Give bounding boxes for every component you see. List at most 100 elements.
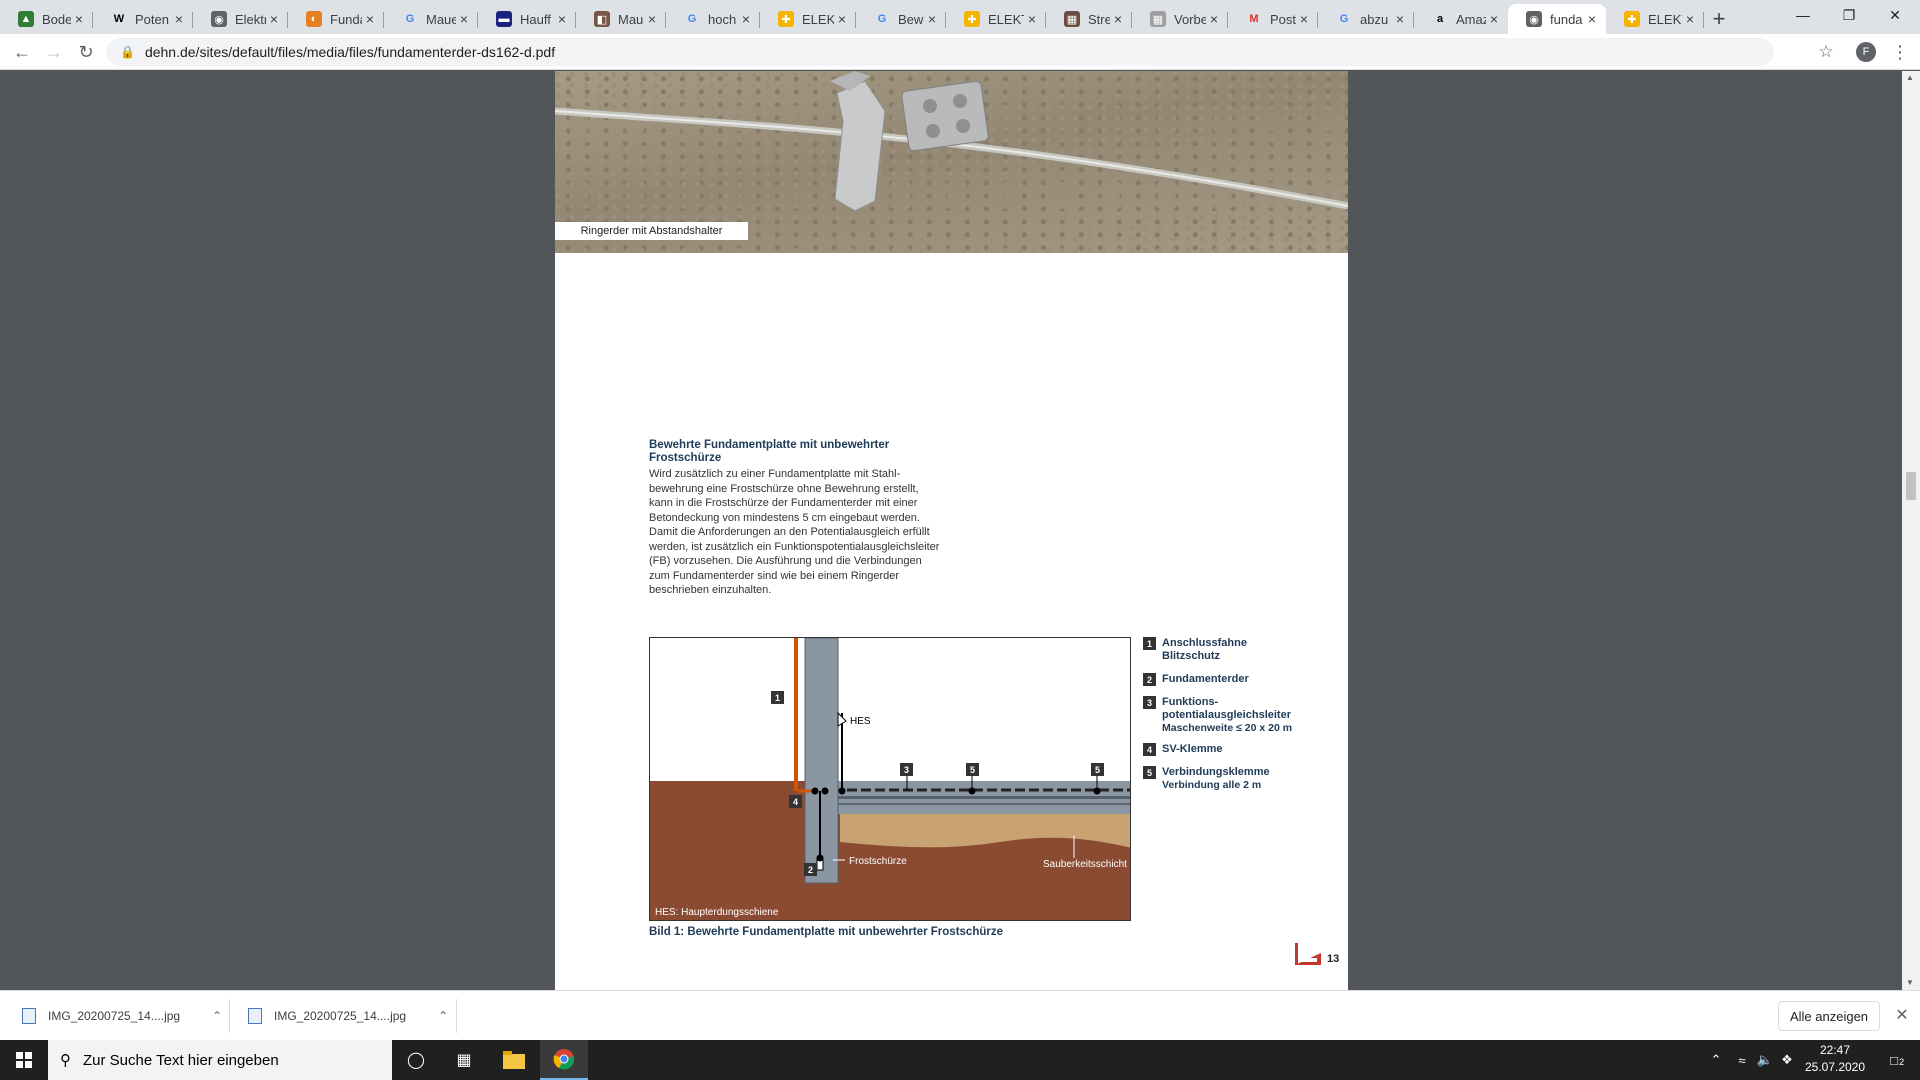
- scroll-down-icon[interactable]: ▼: [1906, 978, 1914, 987]
- google-icon: G: [877, 13, 887, 25]
- close-tab-icon[interactable]: ×: [456, 11, 472, 27]
- tab-title: Funda: [330, 11, 362, 27]
- pdf-viewer[interactable]: Ringerder mit Abstandshalter Bewehrte Fu…: [0, 71, 1920, 990]
- browser-tab[interactable]: M Poste×: [1228, 4, 1318, 34]
- taskbar-search-box[interactable]: ⚲ Zur Suche Text hier eingeben: [48, 1040, 392, 1080]
- close-tab-icon[interactable]: ×: [1110, 11, 1126, 27]
- browser-tab[interactable]: ▲ Bode ×: [0, 4, 93, 34]
- back-button[interactable]: ←: [8, 38, 36, 66]
- close-tab-icon[interactable]: ×: [834, 11, 850, 27]
- body-line: Wird zusätzlich zu einer Fundamentplatte…: [649, 468, 901, 480]
- close-shelf-icon[interactable]: ✕: [1890, 1003, 1914, 1027]
- browser-tab[interactable]: ▬ Hauff ×: [478, 4, 576, 34]
- task-view-icon[interactable]: ▦: [440, 1040, 488, 1080]
- section-body: Wird zusätzlich zu einer Fundamentplatte…: [649, 467, 969, 598]
- wikipedia-icon: W: [113, 13, 125, 25]
- close-tab-icon[interactable]: ×: [1682, 11, 1698, 27]
- network-icon[interactable]: ≈: [1730, 1040, 1754, 1080]
- legend-item-4: 4 SV-Klemme: [1143, 743, 1223, 756]
- vertical-scrollbar[interactable]: ▲ ▼: [1902, 71, 1920, 990]
- plus-circle-icon: ✚: [964, 11, 980, 27]
- tab-title: abzu: [1360, 11, 1389, 27]
- browser-tab[interactable]: a Amaz ×: [1414, 4, 1508, 34]
- browser-tab[interactable]: W Poten ×: [93, 4, 193, 34]
- close-tab-icon[interactable]: ×: [554, 11, 570, 27]
- forward-button[interactable]: →: [40, 38, 68, 66]
- close-tab-icon[interactable]: ×: [1296, 11, 1312, 27]
- amazon-icon: a: [1436, 13, 1444, 25]
- new-tab-button[interactable]: +: [1706, 6, 1732, 32]
- bookmark-star-icon[interactable]: ☆: [1812, 38, 1840, 66]
- tab-title: Poste: [1270, 11, 1296, 27]
- close-tab-icon[interactable]: ×: [644, 11, 660, 27]
- close-tab-icon[interactable]: ×: [362, 11, 378, 27]
- close-tab-icon[interactable]: ×: [1392, 11, 1408, 27]
- browser-tab[interactable]: Gabzu ×: [1318, 4, 1414, 34]
- download-filename: IMG_20200725_14....jpg: [274, 1009, 407, 1023]
- close-tab-icon[interactable]: ×: [924, 11, 940, 27]
- address-bar[interactable]: 🔒 dehn.de/sites/default/files/media/file…: [106, 38, 1774, 66]
- marker-3-label: 3: [904, 765, 909, 775]
- browser-tab[interactable]: ▦ Vorbe ×: [1132, 4, 1228, 34]
- download-item-1[interactable]: IMG_20200725_14....jpg ⌃: [22, 991, 222, 1041]
- show-all-downloads-button[interactable]: Alle anzeigen: [1778, 1001, 1880, 1031]
- chrome-taskbar-icon[interactable]: [540, 1040, 588, 1080]
- dropbox-icon[interactable]: ❖: [1776, 1040, 1798, 1080]
- chart-icon: ▲: [18, 11, 34, 27]
- orange-circle-icon: ◐: [306, 11, 322, 27]
- tab-title: Maue: [618, 11, 644, 27]
- profile-avatar[interactable]: F: [1856, 42, 1876, 62]
- browser-tab[interactable]: G Bewe×: [856, 4, 946, 34]
- close-tab-icon[interactable]: ×: [266, 11, 282, 27]
- chevron-up-icon[interactable]: ⌃: [212, 1009, 222, 1023]
- close-window-button[interactable]: ✕: [1872, 0, 1918, 30]
- close-tab-icon[interactable]: ×: [171, 11, 187, 27]
- scrollbar-thumb[interactable]: [1906, 472, 1916, 500]
- scroll-up-icon[interactable]: ▲: [1906, 73, 1914, 82]
- reload-button[interactable]: ↻: [72, 38, 100, 66]
- close-tab-icon[interactable]: ×: [1206, 11, 1222, 27]
- hes-note-label: HES: Haupterdungsschiene: [655, 907, 779, 918]
- browser-tab[interactable]: ◉ funda ×: [1508, 4, 1606, 34]
- browser-tab[interactable]: ◐ Funda×: [288, 4, 384, 34]
- tab-title: ELEKT: [1648, 11, 1682, 27]
- browser-tab[interactable]: ▦ Streif×: [1046, 4, 1132, 34]
- frostschuerze-label: Frostschürze: [849, 856, 907, 867]
- file-explorer-icon[interactable]: [490, 1040, 538, 1080]
- close-tab-icon[interactable]: ×: [71, 11, 87, 27]
- url-text[interactable]: dehn.de/sites/default/files/media/files/…: [145, 44, 555, 60]
- taskbar-clock[interactable]: 22:47 25.07.2020: [1800, 1042, 1870, 1078]
- pdf-page: Ringerder mit Abstandshalter Bewehrte Fu…: [555, 71, 1348, 990]
- browser-menu-button[interactable]: ⋮: [1888, 38, 1912, 66]
- tab-title: Bewe: [898, 11, 924, 27]
- browser-tab[interactable]: ✚ ELEKT×: [946, 4, 1046, 34]
- legend-item-3: 3 Funktions-potentialausgleichsleiter Mas…: [1143, 696, 1292, 735]
- chevron-up-icon[interactable]: ⌃: [438, 1009, 448, 1023]
- close-tab-icon[interactable]: ×: [1024, 11, 1040, 27]
- start-button[interactable]: [0, 1040, 48, 1080]
- close-tab-icon[interactable]: ×: [1584, 11, 1600, 27]
- body-line: werden, ist zusätzlich ein Funktionspote…: [649, 540, 940, 553]
- section-heading: Bewehrte Fundamentplatte mit unbewehrter…: [649, 439, 890, 464]
- tab-title: Vorbe: [1174, 11, 1206, 27]
- notification-center-icon[interactable]: □ 2: [1874, 1040, 1914, 1080]
- close-tab-icon[interactable]: ×: [738, 11, 754, 27]
- tab-title: ELEKT: [988, 11, 1024, 27]
- cortana-icon[interactable]: ◯: [392, 1040, 440, 1080]
- body-line: Damit die Anforderungen an den Potential…: [649, 526, 930, 538]
- minimize-button[interactable]: —: [1780, 0, 1826, 30]
- browser-tab[interactable]: ◉ Elektr ×: [193, 4, 288, 34]
- google-icon: G: [1339, 13, 1349, 25]
- browser-tab[interactable]: Ghoch ×: [666, 4, 760, 34]
- volume-icon[interactable]: 🔈: [1754, 1040, 1776, 1080]
- download-item-2[interactable]: IMG_20200725_14....jpg ⌃: [248, 991, 448, 1041]
- tray-expand-icon[interactable]: ⌃: [1704, 1040, 1728, 1080]
- close-tab-icon[interactable]: ×: [1486, 11, 1502, 27]
- wall-frost-apron: [804, 638, 839, 884]
- restore-button[interactable]: ❐: [1826, 0, 1872, 30]
- browser-tab[interactable]: ✚ ELEKT×: [760, 4, 856, 34]
- browser-tab[interactable]: G Maue ×: [384, 4, 478, 34]
- tab-title: hoch: [708, 11, 737, 27]
- browser-tab[interactable]: ✚ ELEKT×: [1606, 4, 1704, 34]
- browser-tab[interactable]: ◧ Maue×: [576, 4, 666, 34]
